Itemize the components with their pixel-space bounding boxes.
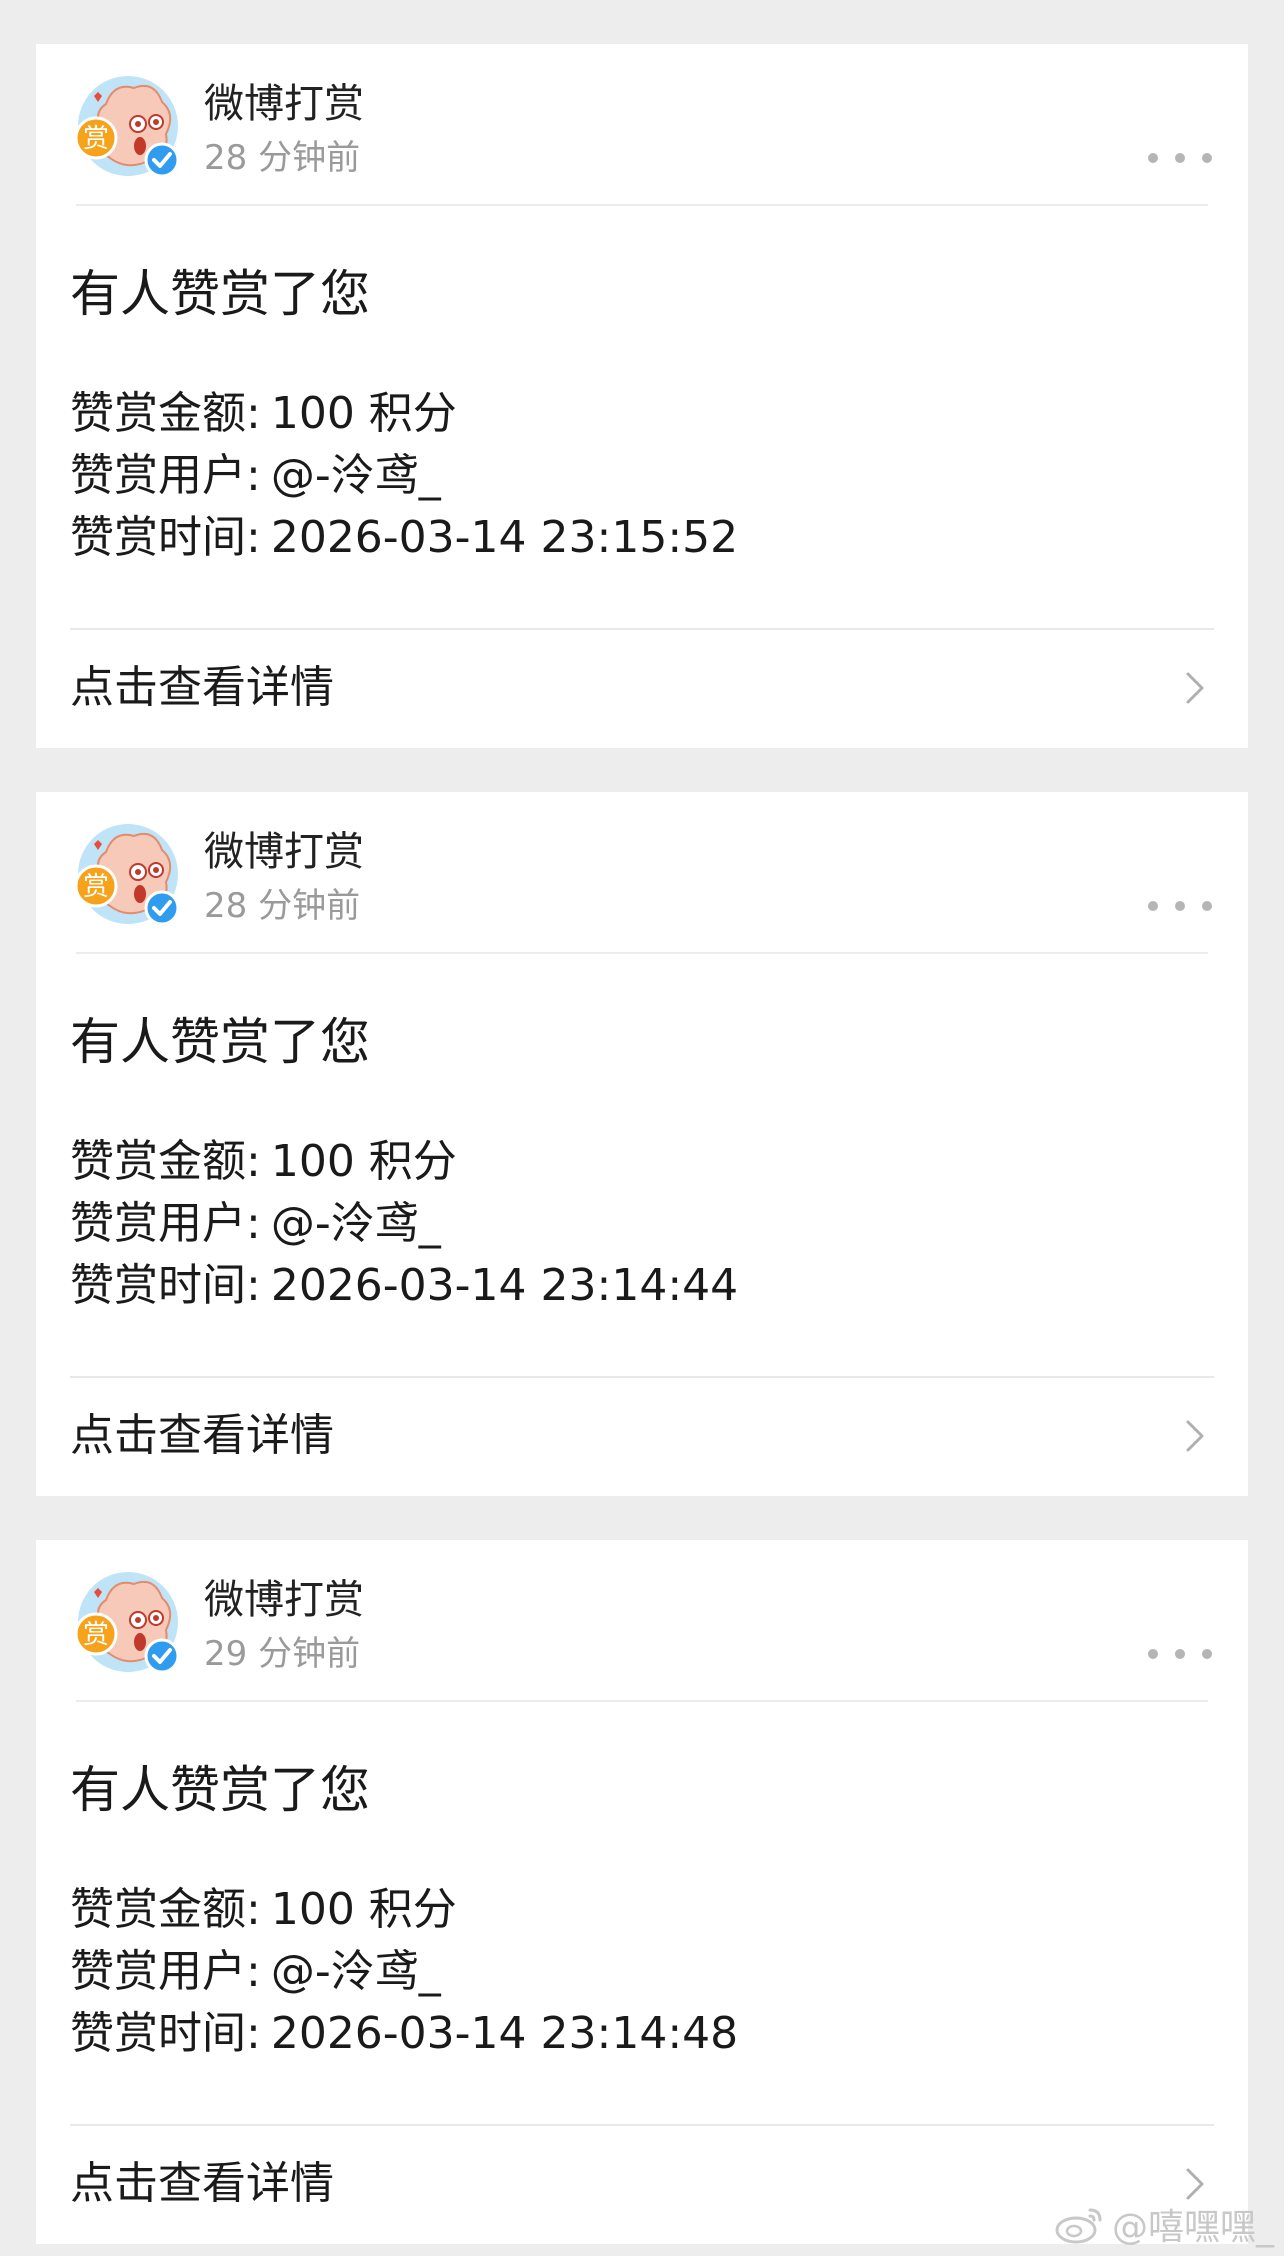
reward-amount-label: 赞赏金额: <box>70 388 261 439</box>
view-details-link[interactable]: 点击查看详情 <box>36 1378 1248 1496</box>
notification-card: 赏 微博打赏 28 分钟前 有人赞赏了您 赞赏金额: 100 积分 赞赏用户: @-… <box>36 792 1248 1496</box>
reward-user-label: 赞赏用户: <box>70 1946 261 1997</box>
view-details-label: 点击查看详情 <box>70 662 334 713</box>
post-time: 29 分钟前 <box>204 1634 361 1674</box>
reward-user-label: 赞赏用户: <box>70 1198 261 1249</box>
watermark-text: @嘻嘿嘿_ <box>1111 2207 1274 2248</box>
reward-amount-value: 100 积分 <box>270 388 457 439</box>
more-dots-icon <box>1148 1649 1158 1659</box>
reward-amount-line: 赞赏金额: 100 积分 <box>70 1132 457 1192</box>
reward-amount-label: 赞赏金额: <box>70 1136 261 1187</box>
card-header: 赏 微博打赏 28 分钟前 <box>36 792 1248 952</box>
avatar-badge-text: 赏 <box>83 872 109 902</box>
reward-time-label: 赞赏时间: <box>70 1260 261 1311</box>
avatar-badge-text: 赏 <box>83 124 109 154</box>
reward-user-line: 赞赏用户: @-泠鸢_ <box>70 446 441 506</box>
reward-time-value: 2026-03-14 23:14:44 <box>270 1260 739 1311</box>
reward-user-value: @-泠鸢_ <box>270 1198 441 1249</box>
avatar[interactable]: 赏 <box>76 74 180 178</box>
notification-card: 赏 微博打赏 29 分钟前 有人赞赏了您 赞赏金额: 100 积分 赞赏用户: @-… <box>36 1540 1248 2244</box>
weibo-logo-icon <box>1055 2208 1102 2244</box>
sender-name[interactable]: 微博打赏 <box>204 78 364 130</box>
reward-amount-value: 100 积分 <box>270 1884 457 1935</box>
reward-user-line: 赞赏用户: @-泠鸢_ <box>70 1194 441 1254</box>
more-dots-icon <box>1148 901 1158 911</box>
watermark: @嘻嘿嘿_ <box>1054 2200 1274 2248</box>
divider <box>76 204 1208 206</box>
reward-time-line: 赞赏时间: 2026-03-14 23:15:52 <box>70 508 738 568</box>
more-options-button[interactable] <box>1148 144 1212 172</box>
view-details-label: 点击查看详情 <box>70 2158 334 2209</box>
reward-amount-value: 100 积分 <box>270 1136 457 1187</box>
reward-time-line: 赞赏时间: 2026-03-14 23:14:44 <box>70 1256 738 1316</box>
reward-amount-line: 赞赏金额: 100 积分 <box>70 384 457 444</box>
reward-user-line: 赞赏用户: @-泠鸢_ <box>70 1942 441 2002</box>
reward-time-value: 2026-03-14 23:15:52 <box>270 512 739 563</box>
card-title: 有人赞赏了您 <box>70 1761 370 1819</box>
reward-time-label: 赞赏时间: <box>70 512 261 563</box>
reward-amount-line: 赞赏金额: 100 积分 <box>70 1880 457 1940</box>
sender-name[interactable]: 微博打赏 <box>204 826 364 878</box>
reward-user-label: 赞赏用户: <box>70 450 261 501</box>
reward-time-label: 赞赏时间: <box>70 2008 261 2059</box>
reward-amount-label: 赞赏金额: <box>70 1884 261 1935</box>
card-header: 赏 微博打赏 29 分钟前 <box>36 1540 1248 1700</box>
more-dots-icon <box>1148 153 1158 163</box>
more-options-button[interactable] <box>1148 1640 1212 1668</box>
card-header: 赏 微博打赏 28 分钟前 <box>36 44 1248 204</box>
card-title: 有人赞赏了您 <box>70 1013 370 1071</box>
avatar-badge-text: 赏 <box>83 1620 109 1650</box>
view-details-link[interactable]: 点击查看详情 <box>36 630 1248 748</box>
more-options-button[interactable] <box>1148 892 1212 920</box>
divider <box>76 1700 1208 1702</box>
sender-name[interactable]: 微博打赏 <box>204 1574 364 1626</box>
reward-time-value: 2026-03-14 23:14:48 <box>270 2008 739 2059</box>
chevron-right-icon <box>1186 1420 1204 1452</box>
reward-user-value: @-泠鸢_ <box>270 1946 441 1997</box>
view-details-label: 点击查看详情 <box>70 1410 334 1461</box>
avatar[interactable]: 赏 <box>76 1570 180 1674</box>
divider <box>76 952 1208 954</box>
card-title: 有人赞赏了您 <box>70 265 370 323</box>
chevron-right-icon <box>1186 672 1204 704</box>
avatar[interactable]: 赏 <box>76 822 180 926</box>
reward-time-line: 赞赏时间: 2026-03-14 23:14:48 <box>70 2004 738 2064</box>
notification-card: 赏 微博打赏 28 分钟前 有人赞赏了您 赞赏金额: 100 积分 赞赏用户: @-… <box>36 44 1248 748</box>
chevron-right-icon <box>1186 2168 1204 2200</box>
post-time: 28 分钟前 <box>204 886 361 926</box>
reward-user-value: @-泠鸢_ <box>270 450 441 501</box>
post-time: 28 分钟前 <box>204 138 361 178</box>
